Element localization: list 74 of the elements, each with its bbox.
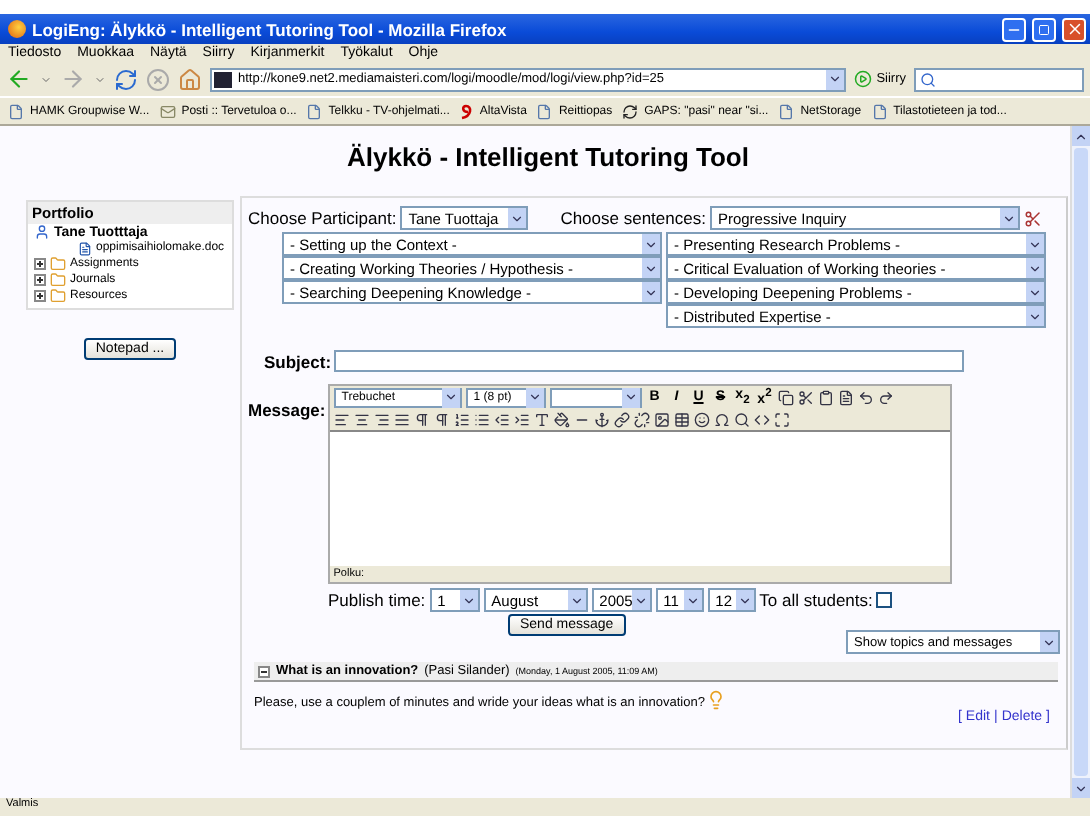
field-label: To all students: <box>759 590 873 610</box>
clipboard-icon[interactable] <box>817 389 834 405</box>
user-icon <box>34 224 50 240</box>
caret-icon <box>94 73 106 85</box>
scissors-icon[interactable] <box>797 389 814 405</box>
browser-logo-icon <box>8 20 26 38</box>
align-center-icon[interactable] <box>353 411 370 427</box>
pilcrow-icon[interactable] <box>413 411 430 427</box>
anchor-icon[interactable] <box>593 411 610 427</box>
field-label: Choose sentences: <box>560 208 706 228</box>
scissors-icon <box>1023 209 1042 227</box>
bullet-list-icon[interactable] <box>473 411 490 427</box>
envelope-icon <box>159 103 176 119</box>
scroll-thumb[interactable] <box>1074 148 1088 776</box>
home-icon <box>178 67 202 91</box>
align-justify-icon[interactable] <box>393 411 410 427</box>
window-title: LogiEng: Älykkö - Intelligent Tutoring Tool - Mozilla Firefox <box>32 19 509 39</box>
undo-icon[interactable] <box>857 389 874 405</box>
align-left-icon[interactable] <box>333 411 350 427</box>
redo-icon[interactable] <box>877 389 894 405</box>
indent-icon[interactable] <box>513 411 530 427</box>
checkbox[interactable] <box>876 592 893 608</box>
expand-icon[interactable] <box>34 274 46 286</box>
code-icon[interactable] <box>753 411 770 427</box>
copy-icon[interactable] <box>777 389 794 405</box>
table-icon[interactable] <box>673 411 690 427</box>
scroll-up-icon[interactable] <box>1072 126 1090 146</box>
page-icon <box>306 103 323 119</box>
document-icon[interactable] <box>837 389 854 405</box>
unlink-icon[interactable] <box>633 411 650 427</box>
expand-icon[interactable] <box>34 290 46 302</box>
forward-icon <box>60 66 86 92</box>
expand-icon[interactable] <box>34 258 46 270</box>
caret-icon <box>40 73 52 85</box>
field-label: Choose Participant: <box>248 208 397 228</box>
reload-icon <box>114 67 138 91</box>
numbered-list-icon[interactable] <box>453 411 470 427</box>
subject-field[interactable] <box>333 350 964 372</box>
minimize-button[interactable] <box>1002 17 1026 41</box>
back-icon <box>6 66 32 92</box>
page-icon <box>536 103 553 119</box>
collapse-icon[interactable] <box>258 665 270 677</box>
search-icon <box>920 71 936 87</box>
lightbulb-icon <box>706 690 727 710</box>
text-color-icon[interactable] <box>533 411 550 427</box>
page-heading: Älykkö - Intelligent Tutoring Tool <box>344 142 751 172</box>
smiley-icon[interactable] <box>693 411 710 427</box>
fullscreen-icon[interactable] <box>773 411 790 427</box>
maximize-button[interactable] <box>1032 17 1056 41</box>
stop-icon <box>146 67 170 91</box>
search-icon[interactable] <box>733 411 750 427</box>
field-label: Publish time: <box>328 590 426 610</box>
page-icon <box>8 103 24 119</box>
outdent-icon[interactable] <box>493 411 510 427</box>
message-field[interactable] <box>329 430 950 566</box>
align-right-icon[interactable] <box>373 411 390 427</box>
close-icon <box>1065 20 1083 38</box>
play-icon <box>854 70 873 88</box>
pilcrow-icon[interactable] <box>433 411 450 427</box>
document-icon <box>78 241 92 255</box>
omega-icon[interactable] <box>713 411 730 427</box>
page-icon <box>871 103 888 119</box>
scrollbar[interactable] <box>1070 126 1090 798</box>
paint-bucket-icon[interactable] <box>553 411 570 427</box>
field-label: Message: <box>248 400 326 420</box>
page-icon <box>778 103 795 119</box>
close-button[interactable] <box>1062 17 1086 41</box>
maximize-icon <box>1038 23 1050 35</box>
link-icon[interactable] <box>613 411 630 427</box>
scroll-down-icon[interactable] <box>1072 778 1090 798</box>
image-icon[interactable] <box>653 411 670 427</box>
search-field[interactable] <box>914 67 1084 91</box>
favicon-icon <box>214 71 232 87</box>
field-label: Subject: <box>264 351 332 371</box>
